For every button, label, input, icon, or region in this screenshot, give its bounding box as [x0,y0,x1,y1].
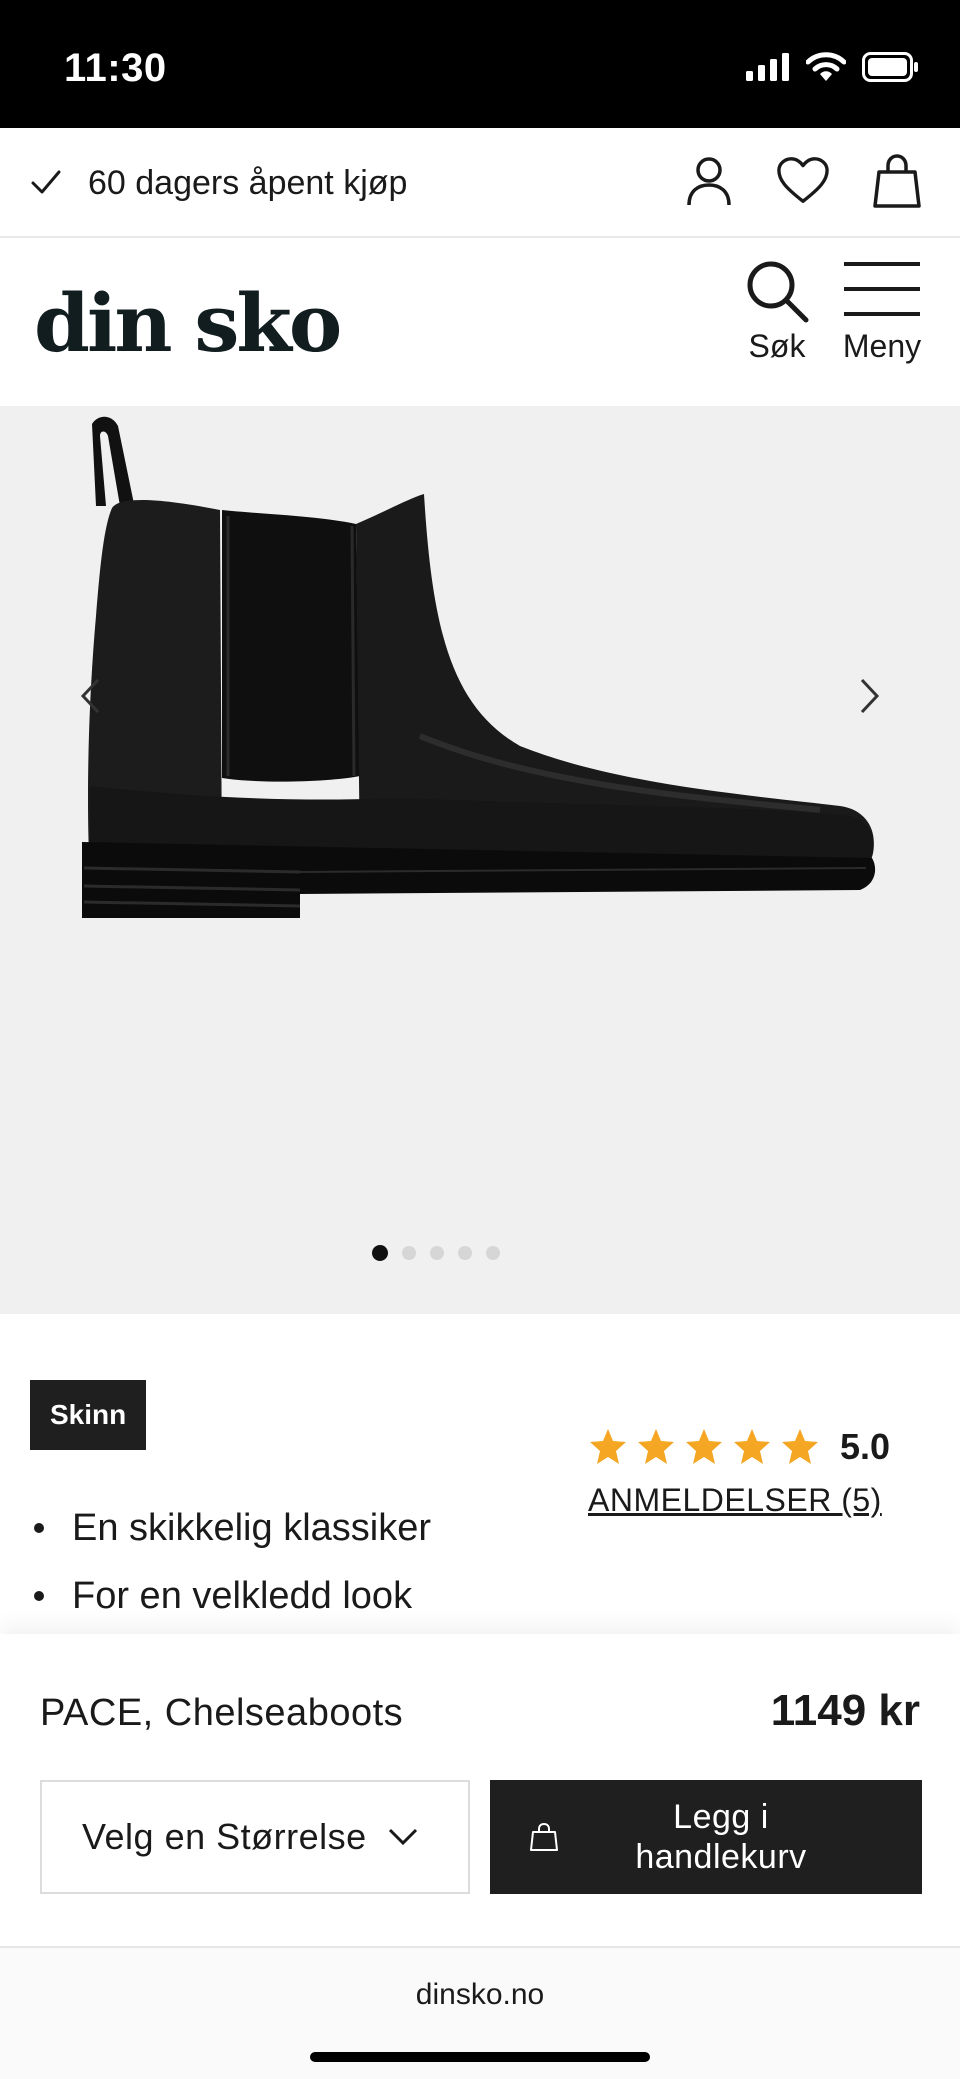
gallery-dot[interactable] [458,1246,472,1260]
product-info: Skinn En skikkelig klassiker For en velk… [0,1314,960,1634]
gallery-dot[interactable] [402,1246,416,1260]
product-gallery[interactable] [0,406,960,1314]
add-to-cart-button[interactable]: Legg i handlekurv [490,1780,922,1894]
usp-text: 60 dagers åpent kjøp [88,164,408,202]
heart-icon [777,157,829,203]
feature-list: En skikkelig klassiker For en velkledd l… [30,1494,431,1630]
hamburger-icon [844,262,920,316]
gallery-dot[interactable] [486,1246,500,1260]
bullet-icon [34,1523,44,1533]
menu-label: Meny [842,328,922,364]
product-price: 1149 kr [770,1686,920,1735]
buy-panel: PACE, Chelseaboots 1149 kr Velg en Størr… [0,1634,960,1946]
search-icon [747,261,809,323]
bag-icon [873,154,921,208]
user-icon [687,157,731,206]
menu-button[interactable]: Meny [842,258,922,365]
status-icons [746,52,920,82]
gallery-dot[interactable] [430,1246,444,1260]
site-header: din sko Søk Meny [0,240,960,406]
star-icon [590,1429,626,1464]
account-button[interactable] [682,152,736,210]
add-to-cart-line2: handlekurv [635,1838,807,1876]
usp-bar: 60 dagers åpent kjøp [0,128,960,238]
gallery-prev-button[interactable] [60,646,120,746]
bag-icon [530,1822,558,1851]
gallery-dots [0,1245,916,1261]
bullet-icon [34,1591,44,1601]
search-button[interactable]: Søk [744,258,810,365]
url-bar[interactable]: dinsko.no [0,1978,960,2012]
rating-value: 5.0 [840,1426,891,1467]
chevron-left-icon [80,678,100,714]
star-icon [734,1429,770,1464]
chevron-right-icon [860,678,880,714]
gallery-dot[interactable] [372,1245,388,1261]
status-time: 11:30 [64,46,167,90]
signal-icon [746,53,789,81]
cart-button[interactable] [870,152,924,210]
add-to-cart-line1: Legg i [673,1798,769,1836]
material-tag: Skinn [30,1380,147,1450]
check-icon [31,170,61,194]
feature-text: En skikkelig klassiker [72,1507,431,1549]
home-indicator[interactable] [310,2052,650,2062]
search-label: Søk [748,328,806,364]
wishlist-button[interactable] [776,152,830,210]
size-select[interactable]: Velg en Størrelse [40,1780,470,1894]
status-bar: 11:30 [0,0,960,128]
browser-bar: dinsko.no [0,1946,960,2079]
star-icon [782,1429,818,1464]
gallery-next-button[interactable] [840,646,900,746]
logo[interactable]: din sko [34,276,342,370]
battery-icon [862,52,918,82]
product-name: PACE, Chelseaboots [40,1692,404,1734]
feature-item: En skikkelig klassiker [30,1494,431,1562]
size-select-label: Velg en Størrelse [82,1816,367,1857]
chevron-down-icon [388,1828,417,1846]
star-icon [686,1429,722,1464]
reviews-link[interactable]: ANMELDELSER (5) [588,1482,882,1519]
star-icon [638,1429,674,1464]
feature-text: For en velkledd look [72,1575,413,1617]
feature-item: For en velkledd look [30,1562,431,1630]
rating: 5.0 [588,1426,890,1468]
product-image [82,416,876,918]
wifi-icon [806,52,846,81]
